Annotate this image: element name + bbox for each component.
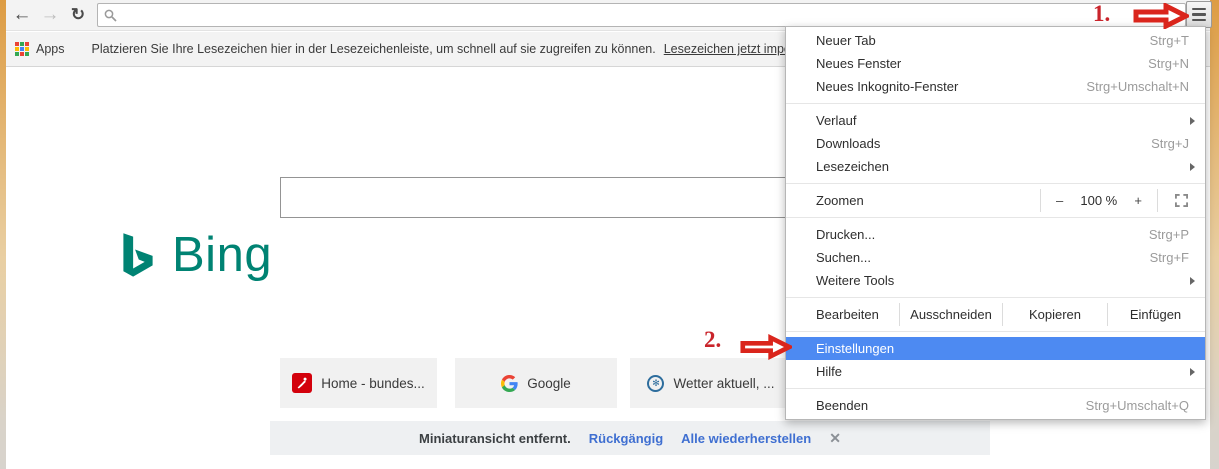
bundesliga-icon	[292, 373, 312, 393]
menu-separator	[786, 297, 1205, 298]
desktop-edge-right	[1210, 0, 1219, 469]
chrome-menu: Neuer Tab Strg+T Neues Fenster Strg+N Ne…	[785, 26, 1206, 420]
bing-logo-icon	[117, 232, 159, 288]
menu-item-label: Neues Inkognito-Fenster	[816, 79, 958, 94]
edit-label: Bearbeiten	[786, 303, 899, 326]
submenu-arrow-icon	[1190, 117, 1195, 125]
menu-item-shortcut: Strg+F	[1150, 250, 1189, 265]
annotation-arrow-1-icon	[1133, 3, 1189, 29]
menu-item-new-tab[interactable]: Neuer Tab Strg+T	[786, 29, 1205, 52]
cut-button[interactable]: Ausschneiden	[900, 303, 1002, 326]
hamburger-icon	[1192, 8, 1206, 22]
menu-item-label: Neuer Tab	[816, 33, 876, 48]
menu-item-quit[interactable]: Beenden Strg+Umschalt+Q	[786, 394, 1205, 417]
notification-bar: Miniaturansicht entfernt. Rückgängig All…	[270, 421, 990, 455]
menu-item-new-incognito[interactable]: Neues Inkognito-Fenster Strg+Umschalt+N	[786, 75, 1205, 98]
bing-search-box[interactable]	[280, 177, 840, 218]
close-icon[interactable]: ✕	[829, 430, 841, 447]
menu-item-shortcut: Strg+T	[1150, 33, 1189, 48]
zoom-out-button[interactable]: –	[1056, 193, 1063, 208]
menu-item-label: Einstellungen	[816, 341, 894, 356]
address-bar-input[interactable]	[123, 6, 1185, 24]
chrome-menu-button[interactable]	[1186, 1, 1212, 28]
menu-item-help[interactable]: Hilfe	[786, 360, 1205, 383]
tile-label: Google	[527, 376, 571, 391]
menu-item-zoom: Zoomen – 100 % +	[786, 189, 1205, 212]
apps-label[interactable]: Apps	[36, 42, 65, 56]
annotation-step-2: 2.	[704, 327, 721, 353]
submenu-arrow-icon	[1190, 368, 1195, 376]
restore-all-link[interactable]: Alle wiederherstellen	[681, 431, 811, 446]
menu-item-label: Hilfe	[816, 364, 842, 379]
google-icon	[501, 375, 518, 392]
menu-item-label: Beenden	[816, 398, 868, 413]
menu-item-find[interactable]: Suchen... Strg+F	[786, 246, 1205, 269]
menu-item-shortcut: Strg+N	[1148, 56, 1189, 71]
undo-link[interactable]: Rückgängig	[589, 431, 663, 446]
menu-item-history[interactable]: Verlauf	[786, 109, 1205, 132]
bing-search-input[interactable]	[281, 178, 839, 217]
menu-item-print[interactable]: Drucken... Strg+P	[786, 223, 1205, 246]
menu-item-edit-row: Bearbeiten Ausschneiden Kopieren Einfüge…	[786, 303, 1205, 326]
reload-icon: ↻	[71, 5, 85, 25]
menu-separator	[786, 217, 1205, 218]
menu-separator	[786, 331, 1205, 332]
menu-item-bookmarks[interactable]: Lesezeichen	[786, 155, 1205, 178]
tile-wetter[interactable]: ✻ Wetter aktuell, ...	[630, 358, 792, 408]
annotation-step-1: 1.	[1093, 1, 1110, 27]
notification-message: Miniaturansicht entfernt.	[419, 431, 571, 446]
menu-item-label: Zoomen	[786, 189, 1040, 212]
menu-item-label: Neues Fenster	[816, 56, 901, 71]
menu-item-downloads[interactable]: Downloads Strg+J	[786, 132, 1205, 155]
menu-separator	[786, 183, 1205, 184]
menu-item-new-window[interactable]: Neues Fenster Strg+N	[786, 52, 1205, 75]
menu-item-label: Suchen...	[816, 250, 871, 265]
fullscreen-button[interactable]	[1158, 189, 1205, 212]
submenu-arrow-icon	[1190, 277, 1195, 285]
zoom-in-button[interactable]: +	[1134, 193, 1142, 208]
reload-button[interactable]: ↻	[66, 3, 90, 27]
forward-icon: →	[41, 4, 60, 26]
tile-label: Wetter aktuell, ...	[673, 376, 774, 391]
tile-google[interactable]: Google	[455, 358, 617, 408]
menu-item-label: Lesezeichen	[816, 159, 889, 174]
apps-grid-icon[interactable]	[15, 42, 29, 56]
menu-item-label: Downloads	[816, 136, 880, 151]
back-button[interactable]: ←	[10, 3, 34, 27]
menu-item-more-tools[interactable]: Weitere Tools	[786, 269, 1205, 292]
forward-button[interactable]: →	[38, 3, 62, 27]
zoom-level-value: 100 %	[1080, 193, 1117, 208]
search-icon	[104, 9, 117, 22]
weather-icon: ✻	[647, 375, 664, 392]
tile-home-bundesliga[interactable]: Home - bundes...	[280, 358, 437, 408]
bing-logo-text: Bing	[172, 227, 272, 283]
tile-label: Home - bundes...	[321, 376, 425, 391]
menu-item-shortcut: Strg+Umschalt+N	[1086, 79, 1189, 94]
paste-button[interactable]: Einfügen	[1108, 303, 1203, 326]
address-bar[interactable]	[97, 3, 1186, 27]
annotation-arrow-2-icon	[740, 333, 792, 361]
back-icon: ←	[13, 4, 32, 26]
menu-separator	[786, 388, 1205, 389]
copy-button[interactable]: Kopieren	[1003, 303, 1107, 326]
menu-item-settings[interactable]: Einstellungen	[786, 337, 1205, 360]
menu-item-shortcut: Strg+P	[1149, 227, 1189, 242]
menu-item-shortcut: Strg+J	[1151, 136, 1189, 151]
bookmarks-placeholder-text: Platzieren Sie Ihre Lesezeichen hier in …	[92, 42, 656, 56]
submenu-arrow-icon	[1190, 163, 1195, 171]
menu-item-label: Verlauf	[816, 113, 856, 128]
menu-item-label: Weitere Tools	[816, 273, 894, 288]
fullscreen-icon	[1175, 194, 1188, 207]
menu-item-shortcut: Strg+Umschalt+Q	[1086, 398, 1189, 413]
menu-item-label: Drucken...	[816, 227, 875, 242]
menu-separator	[786, 103, 1205, 104]
